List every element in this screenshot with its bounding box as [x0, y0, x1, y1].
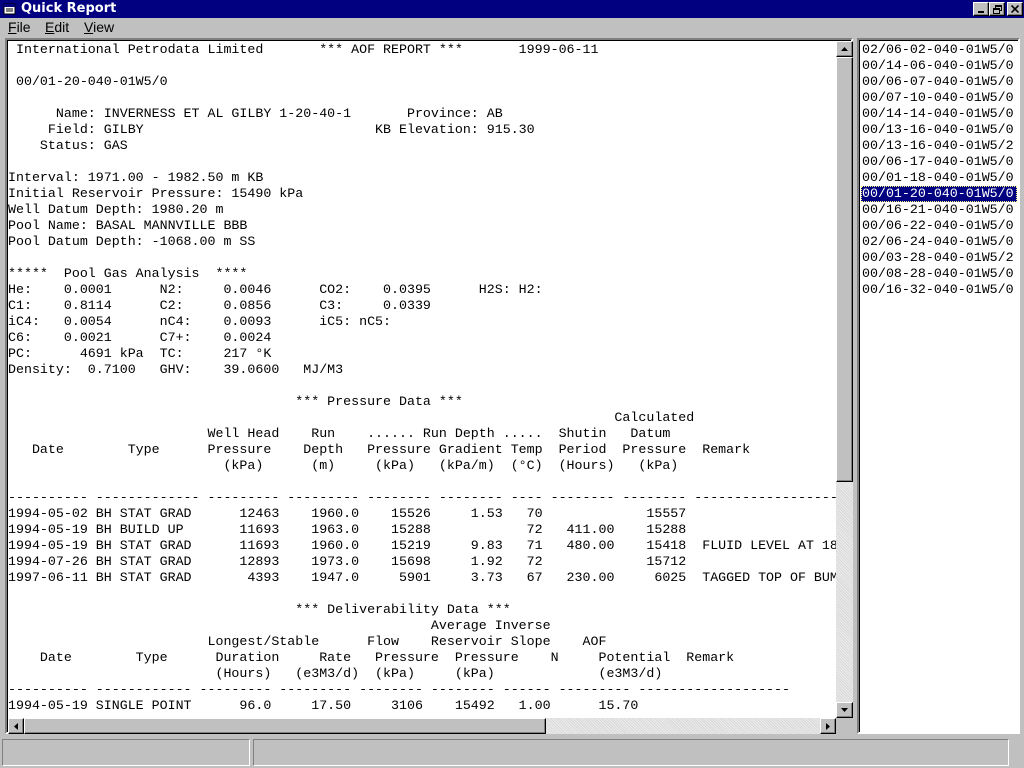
well-list-item[interactable]: 00/14-14-040-01W5/0	[861, 106, 1017, 122]
well-list-item[interactable]: 00/14-06-040-01W5/0	[861, 58, 1017, 74]
menu-edit-label: dit	[54, 19, 70, 35]
report-app-icon	[3, 3, 16, 15]
scrollbar-corner	[836, 718, 853, 734]
report-line: 1994-07-26 BH STAT GRAD 12893 1973.0 156…	[8, 554, 687, 569]
vertical-scroll-thumb[interactable]	[836, 57, 853, 482]
report-line: 00/01-20-040-01W5/0	[8, 74, 168, 89]
well-list-item[interactable]: 00/08-28-040-01W5/0	[861, 266, 1017, 282]
report-content: International Petrodata Limited *** AOF …	[8, 42, 836, 714]
scroll-up-button[interactable]	[836, 41, 853, 57]
report-line: PC: 4691 kPa TC: 217 °K	[8, 346, 272, 361]
report-line: (Hours) (e3M3/d) (kPa) (kPa) (e3M3/d)	[8, 666, 663, 681]
report-line: Field: GILBY KB Elevation: 915.30	[8, 122, 535, 137]
scroll-down-button[interactable]	[836, 702, 853, 718]
report-line: Date Type Duration Rate Pressure Pressur…	[8, 650, 735, 665]
close-icon	[1011, 5, 1019, 13]
report-line: Density: 0.7100 GHV: 39.0600 MJ/M3	[8, 362, 344, 377]
menu-file-label: ile	[16, 19, 31, 35]
minimize-icon	[978, 11, 984, 13]
report-viewer[interactable]: International Petrodata Limited *** AOF …	[5, 38, 853, 734]
close-button[interactable]	[1007, 2, 1023, 16]
report-line: Well Datum Depth: 1980.20 m	[8, 202, 224, 217]
well-list-item[interactable]: 02/06-24-040-01W5/0	[861, 234, 1017, 250]
menu-view-label: iew	[93, 19, 115, 35]
report-line: Name: INVERNESS ET AL GILBY 1-20-40-1 Pr…	[8, 106, 503, 121]
well-list-item[interactable]: 00/07-10-040-01W5/0	[861, 90, 1017, 106]
well-list-item[interactable]: 00/13-16-040-01W5/0	[861, 122, 1017, 138]
report-line: ***** Pool Gas Analysis ****	[8, 266, 248, 281]
report-line: Interval: 1971.00 - 1982.50 m KB	[8, 170, 264, 185]
arrow-right-icon	[826, 722, 830, 730]
well-list-item[interactable]: 00/06-17-040-01W5/0	[861, 154, 1017, 170]
restore-icon	[992, 4, 1002, 14]
report-line: 1994-05-02 BH STAT GRAD 12463 1960.0 155…	[8, 506, 687, 521]
horizontal-scroll-thumb[interactable]	[24, 718, 546, 734]
title-bar[interactable]: Quick Report	[0, 0, 1024, 18]
report-line: Well Head Run ...... Run Depth ..... Shu…	[8, 426, 671, 441]
well-list-item[interactable]: 00/16-32-040-01W5/0	[861, 282, 1017, 298]
report-line: Pool Datum Depth: -1068.00 m SS	[8, 234, 256, 249]
well-list[interactable]: 02/06-02-040-01W5/0 00/14-06-040-01W5/0 00…	[861, 42, 1017, 298]
menu-view[interactable]: View	[83, 19, 115, 36]
window-title: Quick Report	[21, 1, 117, 16]
well-list-item[interactable]: 00/01-20-040-01W5/0	[861, 186, 1017, 202]
well-list-item[interactable]: 00/03-28-040-01W5/2	[861, 250, 1017, 266]
menu-view-accel: V	[84, 19, 94, 35]
scroll-left-button[interactable]	[8, 718, 24, 734]
report-line: ---------- ------------- --------- -----…	[8, 490, 836, 505]
well-list-item[interactable]: 02/06-02-040-01W5/0	[861, 42, 1017, 58]
arrow-down-icon	[841, 708, 848, 712]
well-list-item[interactable]: 00/01-18-040-01W5/0	[861, 170, 1017, 186]
report-line: ---------- ------------ --------- ------…	[8, 682, 790, 697]
report-line: International Petrodata Limited *** AOF …	[8, 42, 599, 57]
well-list-item[interactable]: 00/06-22-040-01W5/0	[861, 218, 1017, 234]
menu-file-accel: F	[8, 19, 17, 35]
well-list-item[interactable]: 00/13-16-040-01W5/2	[861, 138, 1017, 154]
report-line: 1994-05-19 BH BUILD UP 11693 1963.0 1528…	[8, 522, 687, 537]
status-panel-left	[2, 739, 250, 766]
status-bar	[0, 736, 1024, 768]
report-line: iC4: 0.0054 nC4: 0.0093 iC5: nC5:	[8, 314, 392, 329]
report-line: *** Pressure Data ***	[8, 394, 463, 409]
report-line: 1994-05-19 SINGLE POINT 96.0 17.50 3106 …	[8, 698, 639, 713]
arrow-up-icon	[841, 47, 848, 51]
report-horizontal-scrollbar[interactable]	[8, 718, 836, 734]
report-line: Calculated	[8, 410, 695, 425]
report-line: Status: GAS	[8, 138, 128, 153]
well-list-panel[interactable]: 02/06-02-040-01W5/0 00/14-06-040-01W5/0 00…	[857, 38, 1020, 734]
report-line: *** Deliverability Data ***	[8, 602, 511, 617]
well-list-item[interactable]: 00/16-21-040-01W5/0	[861, 202, 1017, 218]
report-line: C6: 0.0021 C7+: 0.0024	[8, 330, 272, 345]
minimize-button[interactable]	[973, 2, 989, 16]
report-line: (kPa) (m) (kPa) (kPa/m) (°C) (Hours) (kP…	[8, 458, 679, 473]
report-line: 1994-05-19 BH STAT GRAD 11693 1960.0 152…	[8, 538, 836, 553]
report-line: Date Type Pressure Depth Pressure Gradie…	[8, 442, 751, 457]
report-vertical-scrollbar[interactable]	[836, 41, 853, 718]
scroll-right-button[interactable]	[820, 718, 836, 734]
menu-edit-accel: E	[45, 19, 55, 35]
menu-edit[interactable]: Edit	[44, 19, 70, 36]
arrow-left-icon	[14, 722, 18, 730]
report-line: 1997-06-11 BH STAT GRAD 4393 1947.0 5901…	[8, 570, 836, 585]
report-line: Longest/Stable Flow Reservoir Slope AOF	[8, 634, 607, 649]
report-text-area[interactable]: International Petrodata Limited *** AOF …	[8, 41, 836, 718]
restore-button[interactable]	[989, 2, 1005, 16]
report-line: He: 0.0001 N2: 0.0046 CO2: 0.0395 H2S: H…	[8, 282, 543, 297]
well-list-item[interactable]: 00/06-07-040-01W5/0	[861, 74, 1017, 90]
menu-bar: File Edit View	[0, 18, 1024, 37]
report-line: Average Inverse	[8, 618, 551, 633]
report-line: Initial Reservoir Pressure: 15490 kPa	[8, 186, 304, 201]
report-line: C1: 0.8114 C2: 0.0856 C3: 0.0339	[8, 298, 431, 313]
menu-file[interactable]: File	[7, 19, 32, 36]
report-line: Pool Name: BASAL MANNVILLE BBB	[8, 218, 248, 233]
status-panel-right	[253, 739, 1009, 766]
